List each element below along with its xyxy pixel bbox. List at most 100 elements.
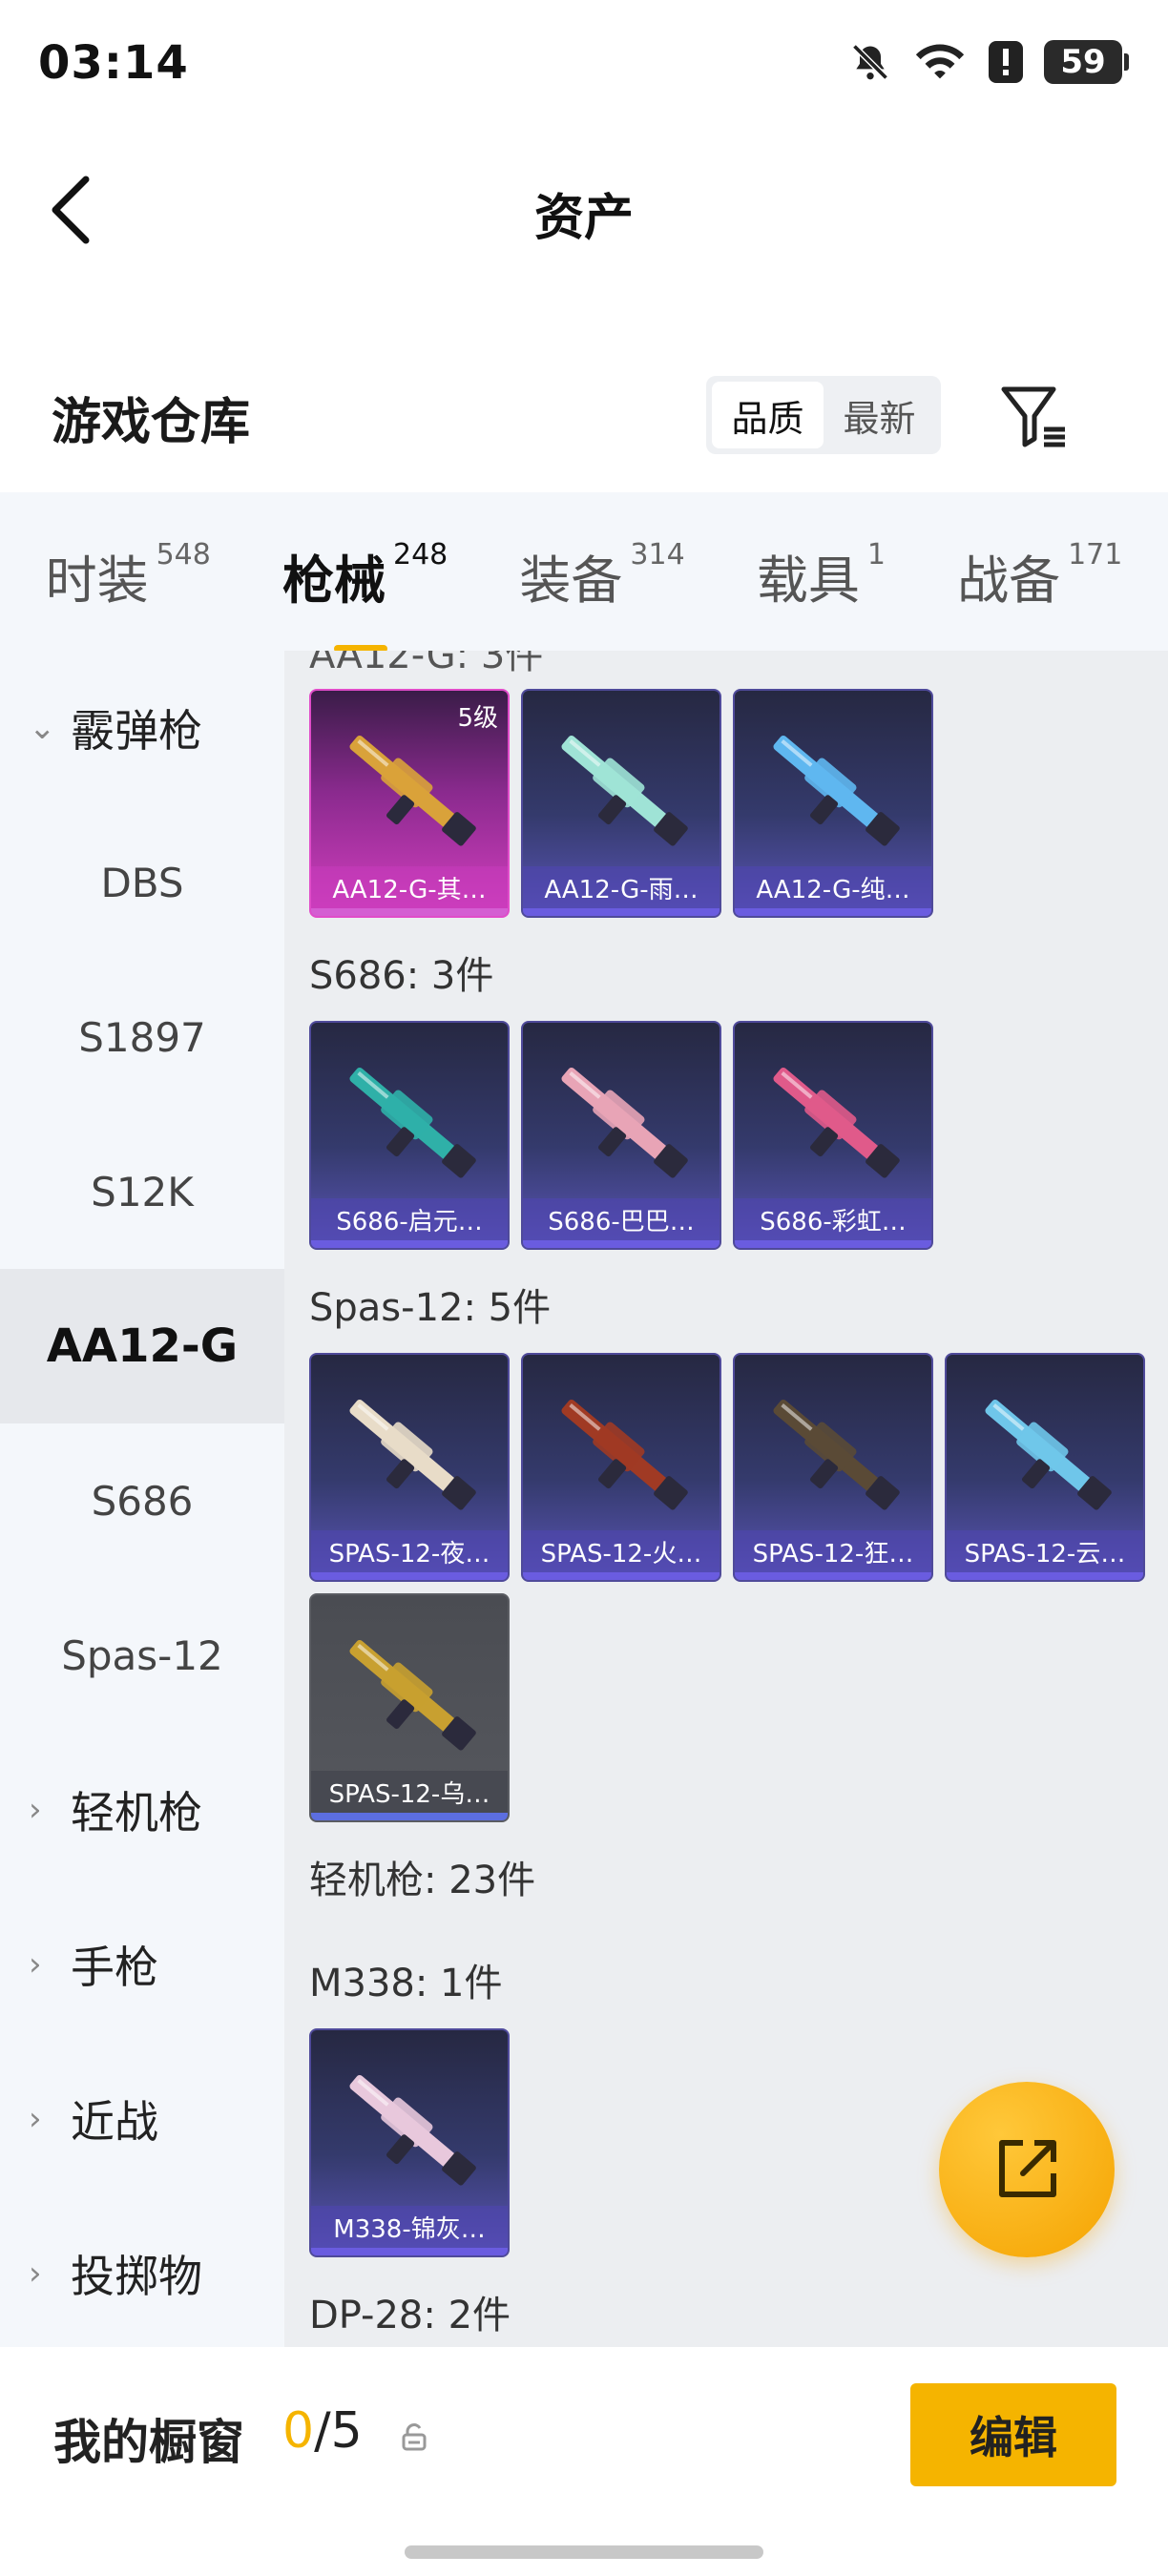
status-icons: 59 bbox=[849, 40, 1129, 84]
sidebar-item-s686[interactable]: S686 bbox=[0, 1423, 284, 1578]
sidebar-item-melee[interactable]: › 近战 bbox=[0, 2042, 284, 2196]
sort-newest-option[interactable]: 最新 bbox=[824, 382, 935, 448]
gun-image-icon bbox=[561, 1068, 688, 1178]
tab-guns[interactable]: 枪械 248 bbox=[282, 529, 448, 653]
rarity-bar bbox=[311, 2248, 508, 2255]
tab-equipment[interactable]: 装备 314 bbox=[519, 529, 684, 614]
weapon-name: AA12-G-纯… bbox=[735, 866, 931, 908]
section-label-m338: M338: 1件 bbox=[309, 1962, 503, 2005]
wifi-icon bbox=[912, 41, 968, 83]
showcase-label: 我的橱窗 bbox=[53, 2415, 244, 2470]
sidebar-item-throwables[interactable]: › 投掷物 bbox=[0, 2196, 284, 2347]
sidebar-item-dbs[interactable]: DBS bbox=[0, 805, 284, 960]
chevron-down-icon: ⌄ bbox=[29, 709, 56, 747]
weapon-name: SPAS-12-乌… bbox=[311, 1771, 508, 1813]
section-label-aa12g: AA12-G: 3件 bbox=[309, 651, 544, 677]
tab-battle-prep[interactable]: 战备 171 bbox=[957, 529, 1122, 614]
lock-icon bbox=[402, 2423, 427, 2451]
sidebar-item-spas12[interactable]: Spas-12 bbox=[0, 1578, 284, 1733]
weapon-card[interactable]: S686-启元… bbox=[309, 1021, 510, 1250]
section-label-dp28: DP-28: 2件 bbox=[309, 2294, 511, 2337]
category-tabs: 时装 548 枪械 248 装备 314 载具 1 战备 171 bbox=[0, 492, 1168, 653]
weapon-name: S686-巴巴… bbox=[523, 1198, 720, 1240]
filter-icon bbox=[1001, 386, 1065, 447]
gun-image-icon bbox=[773, 1068, 900, 1178]
weapon-card[interactable]: M338-锦灰… bbox=[309, 2028, 510, 2257]
rarity-bar bbox=[311, 1572, 508, 1580]
chevron-right-icon: › bbox=[29, 1945, 42, 1984]
section-label-lmg: 轻机枪: 23件 bbox=[309, 1859, 536, 1902]
chevron-right-icon: › bbox=[29, 2100, 42, 2138]
weapon-card[interactable]: AA12-G-纯… bbox=[733, 689, 933, 918]
weapon-name: S686-彩虹… bbox=[735, 1198, 931, 1240]
home-indicator bbox=[405, 2545, 763, 2559]
tab-vehicles[interactable]: 载具 1 bbox=[757, 529, 886, 614]
header: 资产 bbox=[0, 134, 1168, 277]
gun-image-icon bbox=[349, 1068, 476, 1178]
warehouse-header: 游戏仓库 品质 最新 bbox=[0, 353, 1168, 477]
gun-image-icon bbox=[773, 1400, 900, 1510]
rarity-bar bbox=[735, 1240, 931, 1248]
weapon-card[interactable]: S686-彩虹… bbox=[733, 1021, 933, 1250]
gun-image-icon bbox=[349, 736, 476, 846]
weapon-card[interactable]: S686-巴巴… bbox=[521, 1021, 721, 1250]
rarity-bar bbox=[523, 1572, 720, 1580]
weapon-card[interactable]: SPAS-12-火… bbox=[521, 1353, 721, 1582]
weapon-name: SPAS-12-火… bbox=[523, 1530, 720, 1572]
chevron-right-icon: › bbox=[29, 2254, 42, 2293]
status-time: 03:14 bbox=[38, 36, 189, 90]
gun-image-icon bbox=[561, 1400, 688, 1510]
rarity-bar bbox=[311, 1240, 508, 1248]
gun-image-icon bbox=[349, 2075, 476, 2186]
tab-fashion[interactable]: 时装 548 bbox=[46, 529, 211, 614]
rarity-bar bbox=[735, 1572, 931, 1580]
weapon-card[interactable]: SPAS-12-狂… bbox=[733, 1353, 933, 1582]
weapon-card[interactable]: 5级 AA12-G-其… bbox=[309, 689, 510, 918]
rarity-bar bbox=[311, 908, 508, 916]
weapon-name: SPAS-12-狂… bbox=[735, 1530, 931, 1572]
weapon-card[interactable]: SPAS-12-夜… bbox=[309, 1353, 510, 1582]
sidebar-item-aa12g[interactable]: AA12-G bbox=[0, 1269, 284, 1423]
rarity-bar bbox=[947, 1572, 1143, 1580]
gun-image-icon bbox=[349, 1400, 476, 1510]
gun-image-icon bbox=[985, 1400, 1112, 1510]
warehouse-title: 游戏仓库 bbox=[52, 394, 251, 451]
sidebar-item-lmg[interactable]: › 轻机枪 bbox=[0, 1733, 284, 1887]
weapon-name: S686-启元… bbox=[311, 1198, 508, 1240]
weapon-name: SPAS-12-夜… bbox=[311, 1530, 508, 1572]
chevron-right-icon: › bbox=[29, 1791, 42, 1829]
rarity-bar bbox=[311, 1813, 508, 1820]
weapon-card[interactable]: SPAS-12-乌… bbox=[309, 1593, 510, 1822]
showcase-count: 0/5 bbox=[282, 2402, 363, 2460]
alert-icon bbox=[989, 41, 1023, 83]
share-button[interactable] bbox=[939, 2082, 1115, 2257]
share-icon bbox=[999, 2140, 1056, 2197]
battery-indicator: 59 bbox=[1044, 40, 1129, 84]
sort-toggle: 品质 最新 bbox=[706, 376, 941, 454]
rarity-bar bbox=[523, 908, 720, 916]
rarity-bar bbox=[735, 908, 931, 916]
section-label-spas12: Spas-12: 5件 bbox=[309, 1286, 552, 1330]
sidebar-item-shotgun[interactable]: ⌄ 霰弹枪 bbox=[0, 651, 284, 805]
level-badge: 5级 bbox=[457, 704, 498, 733]
sidebar-item-s1897[interactable]: S1897 bbox=[0, 960, 284, 1114]
edit-button[interactable]: 编辑 bbox=[910, 2383, 1116, 2486]
weapon-sidebar: ⌄ 霰弹枪 DBS S1897 S12K AA12-G S686 Spas-12 … bbox=[0, 651, 284, 2347]
filter-button[interactable] bbox=[998, 384, 1071, 450]
weapon-name: AA12-G-其… bbox=[311, 866, 508, 908]
page-title: 资产 bbox=[533, 190, 634, 247]
weapon-name: M338-锦灰… bbox=[311, 2206, 508, 2248]
weapon-card[interactable]: AA12-G-雨… bbox=[521, 689, 721, 918]
gun-image-icon bbox=[561, 736, 688, 846]
gun-image-icon bbox=[349, 1640, 476, 1751]
mute-bell-icon bbox=[849, 41, 891, 83]
section-label-s686: S686: 3件 bbox=[309, 954, 494, 998]
sidebar-item-pistol[interactable]: › 手枪 bbox=[0, 1887, 284, 2042]
weapon-name: AA12-G-雨… bbox=[523, 866, 720, 908]
weapon-card[interactable]: SPAS-12-云… bbox=[945, 1353, 1145, 1582]
showcase-bar: 我的橱窗 0/5 编辑 bbox=[0, 2347, 1168, 2576]
rarity-bar bbox=[523, 1240, 720, 1248]
sidebar-item-s12k[interactable]: S12K bbox=[0, 1114, 284, 1269]
weapon-name: SPAS-12-云… bbox=[947, 1530, 1143, 1572]
sort-quality-option[interactable]: 品质 bbox=[712, 382, 824, 448]
